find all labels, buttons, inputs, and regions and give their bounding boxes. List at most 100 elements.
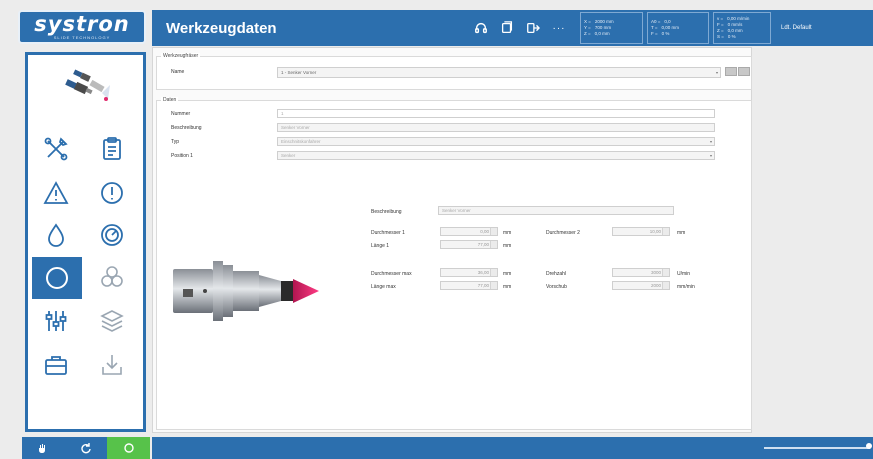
chevron-down-icon: ▾ (715, 70, 718, 75)
detail-beschreibung-label: Beschreibung (371, 209, 402, 215)
exit-icon[interactable] (526, 21, 540, 35)
bottom-controls (22, 437, 151, 459)
tool-selector-group: Werkzeugfräser Name 1 - Senker Vorner ▾ (156, 53, 752, 90)
cycle-icon (123, 443, 134, 453)
position-label: Position 1 (171, 153, 193, 159)
axis-readout-1: X = 2000 mm Y = 700 mm Z = 0,0 mm (580, 12, 643, 44)
l1-label: Länge 1 (371, 243, 390, 249)
rotate-icon (81, 443, 91, 454)
drehzahl-label: Drehzahl (546, 271, 567, 277)
header-bar: Werkzeugdaten ··· X = 2000 mm Y = 700 mm Z =… (152, 10, 873, 46)
more-icon[interactable]: ··· (552, 21, 566, 35)
d2-unit: mm (677, 230, 686, 236)
sidebar-item-download[interactable] (90, 345, 134, 385)
sidebar-item-briefcase[interactable] (34, 345, 78, 385)
axis-name: S = (717, 34, 724, 39)
logo-tagline: SLIDE TECHNOLOGY (53, 35, 111, 40)
sidebar-item-warning[interactable] (34, 173, 78, 213)
rotate-button[interactable] (65, 437, 108, 459)
nummer-field[interactable]: 1 (277, 109, 715, 118)
axis-value: 0,0 mm (594, 31, 610, 36)
dmax-field[interactable]: 36,00 (440, 268, 498, 277)
tool-name-value: 1 - Senker Vorner (281, 70, 317, 75)
vorschub-unit: mm/min (677, 284, 695, 290)
dmax-label: Durchmesser max (371, 271, 412, 277)
delete-tool-button[interactable] (738, 67, 750, 76)
tool-holder-illustration (173, 261, 319, 321)
circle-icon (46, 267, 68, 289)
beschreibung-field[interactable]: Senker Vorner (277, 123, 715, 132)
systron-logo: systron SLIDE TECHNOLOGY (18, 10, 146, 44)
sidebar-item-sliders[interactable] (34, 301, 78, 341)
drehzahl-unit: U/min (677, 271, 691, 277)
axis-readout-row: Z = 0,0 mm (584, 31, 639, 37)
sidebar-item-gauge[interactable] (90, 215, 134, 255)
tool-data-title: Daten (161, 97, 179, 103)
speed-slider-knob[interactable] (866, 443, 872, 449)
speed-slider-track[interactable] (764, 447, 870, 449)
d1-label: Durchmesser 1 (371, 230, 405, 236)
d2-field[interactable]: 10,00 (612, 227, 670, 236)
page-title: Werkzeugdaten (166, 19, 277, 37)
tool-set-image (65, 69, 110, 101)
lmax-field[interactable]: 77,00 (440, 281, 498, 290)
typ-label: Typ (171, 139, 180, 145)
vorschub-field[interactable]: 2000 (612, 281, 670, 290)
gauge-icon (101, 224, 123, 246)
chevron-down-icon: ▾ (709, 153, 712, 158)
start-cycle-button[interactable] (107, 437, 151, 459)
download-icon (102, 355, 122, 375)
typ-value: Einschnitskonfahrer (281, 139, 321, 144)
typ-select[interactable]: Einschnitskonfahrer ▾ (277, 137, 715, 146)
main-panel: Werkzeugfräser Name 1 - Senker Vorner ▾ … (152, 47, 752, 433)
axis-value: 0 % (727, 34, 736, 39)
sidebar-item-layers[interactable] (90, 301, 134, 341)
status-bar (152, 437, 873, 459)
nummer-label: Nummer (171, 111, 191, 117)
sidebar-item-info[interactable] (90, 173, 134, 213)
drop-icon (48, 223, 64, 247)
position-value: Senker (281, 153, 296, 158)
hand-icon (39, 444, 46, 453)
sidebar (25, 52, 146, 432)
sidebar-item-tools[interactable] (34, 129, 78, 169)
sliders-icon (45, 311, 67, 331)
sidebar-item-coolant[interactable] (34, 215, 78, 255)
name-label: Name (171, 69, 185, 75)
axis-value: 0 % (661, 31, 670, 36)
sidebar-item-tool-data[interactable] (32, 257, 82, 299)
hand-mode-button[interactable] (22, 437, 65, 459)
d2-label: Durchmesser 2 (546, 230, 580, 236)
sidebar-item-clipboard[interactable] (90, 129, 134, 169)
unit-default-button[interactable]: Ldt. Default (781, 25, 812, 31)
briefcase-icon (45, 356, 67, 375)
axis-readout-2: A0 = 0,0 T = 0,00 mm F = 0 % (647, 12, 709, 44)
wrench-screwdriver-icon (44, 137, 68, 161)
tool-name-select[interactable]: 1 - Senker Vorner ▾ (277, 67, 721, 78)
clipboard-icon (103, 137, 121, 160)
l1-field[interactable]: 77,00 (440, 240, 498, 249)
position-select[interactable]: Senker ▾ (277, 151, 715, 160)
edit-tool-button[interactable] (725, 67, 737, 76)
sidebar-item-circles[interactable] (90, 257, 134, 297)
axis-readout-row: S = 0 % (717, 34, 767, 40)
circles-icon (101, 266, 123, 287)
tool-selector-title: Werkzeugfräser (161, 53, 201, 59)
axis-readout-3: v = 0,00 m/min F = 0 mm/s Z = 0,0 mm S = 0 % (713, 12, 771, 44)
drehzahl-field[interactable]: 3000 (612, 268, 670, 277)
lmax-label: Länge max (371, 284, 396, 290)
tool-data-group: Daten Nummer 1 Beschreibung Senker Vorne… (156, 97, 752, 430)
detail-beschreibung-field[interactable]: Senker Vorner (438, 206, 674, 215)
copy-icon[interactable] (500, 21, 514, 35)
warning-icon (43, 181, 69, 204)
alert-circle-icon (101, 182, 123, 204)
axis-name: F = (651, 31, 658, 36)
l1-unit: mm (503, 243, 512, 249)
logo-name: systron (34, 12, 130, 36)
chevron-down-icon: ▾ (709, 139, 712, 144)
d1-unit: mm (503, 230, 512, 236)
headset-icon[interactable] (474, 21, 488, 35)
axis-readout-row: F = 0 % (651, 31, 705, 37)
header-actions: ··· (474, 21, 566, 35)
d1-field[interactable]: 0,00 (440, 227, 498, 236)
